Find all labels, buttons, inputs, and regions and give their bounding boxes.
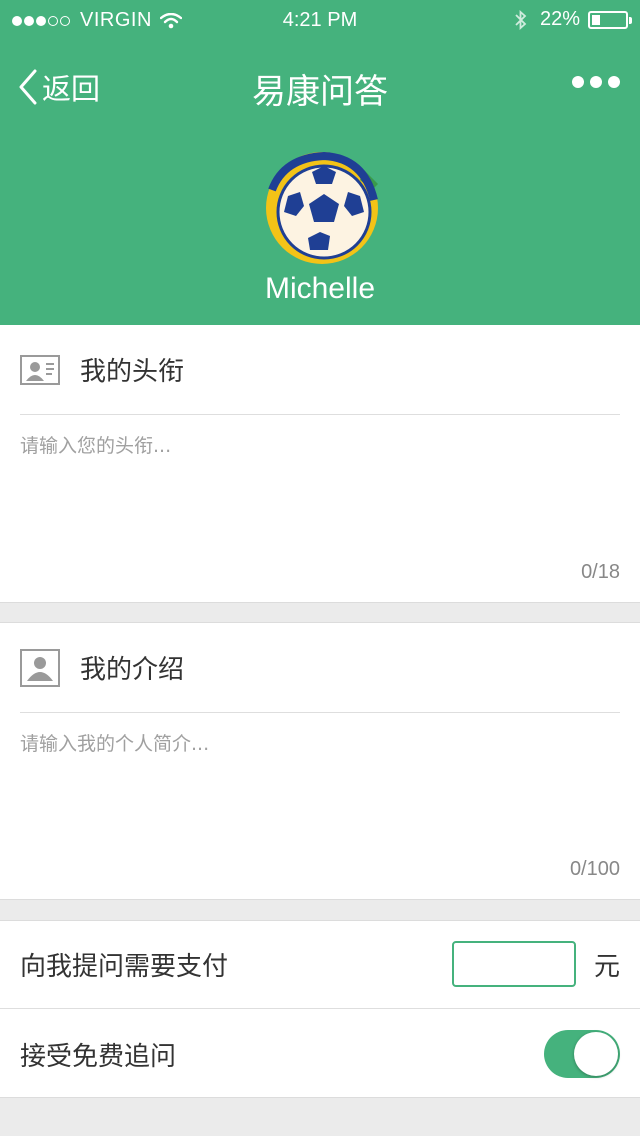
more-button[interactable] — [566, 76, 620, 88]
user-portrait-icon — [20, 648, 60, 687]
page-title: 易康问答 — [252, 72, 388, 112]
title-section-heading: 我的头衔 — [80, 357, 185, 387]
settings-section: 向我提问需要支付 元 接受免费追问 — [0, 920, 640, 1098]
payment-row: 向我提问需要支付 元 — [0, 921, 640, 1009]
payment-label: 向我提问需要支付 — [20, 952, 229, 982]
title-input[interactable] — [20, 431, 620, 541]
title-section-header: 我的头衔 — [20, 325, 620, 415]
bluetooth-icon — [515, 9, 527, 30]
free-followup-toggle[interactable] — [544, 1030, 620, 1078]
profile-name: Michelle — [264, 272, 376, 305]
more-dots-icon — [572, 76, 584, 88]
free-followup-label: 接受免费追问 — [20, 1041, 177, 1072]
intro-counter: 0/100 — [569, 858, 620, 880]
title-section: 我的头衔 0/18 — [0, 325, 640, 603]
toggle-knob — [574, 1032, 618, 1076]
intro-input[interactable] — [20, 729, 620, 839]
payment-amount-input[interactable] — [452, 941, 576, 987]
intro-section-heading: 我的介绍 — [80, 655, 185, 685]
currency-unit: 元 — [593, 952, 620, 982]
id-card-icon — [20, 354, 60, 385]
intro-section: 我的介绍 0/100 — [0, 622, 640, 900]
battery-icon — [588, 10, 632, 29]
free-followup-row: 接受免费追问 — [0, 1010, 640, 1098]
title-counter: 0/18 — [581, 561, 620, 583]
battery-percent: 22% — [539, 8, 580, 30]
status-bar: VIRGIN 4:21 PM 22% — [0, 0, 640, 40]
avatar[interactable] — [264, 150, 378, 264]
profile-header: VIRGIN 4:21 PM 22% 返回 易康问答 Michelle — [0, 0, 640, 325]
intro-section-header: 我的介绍 — [20, 623, 620, 713]
nav-bar: 返回 易康问答 — [0, 52, 640, 116]
